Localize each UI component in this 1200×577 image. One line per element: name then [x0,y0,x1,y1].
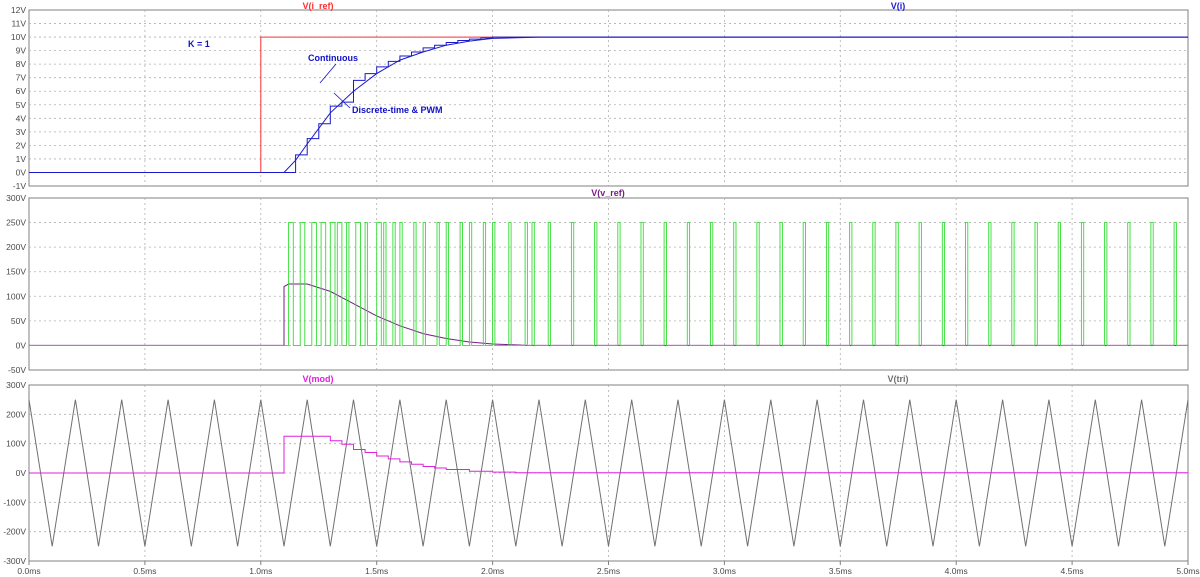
y-tick-label: 2V [16,140,27,150]
annotation-continuous: Continuous [308,53,358,63]
x-tick-label: 4.0ms [945,566,968,576]
y-tick-label: 0V [16,167,27,177]
y-tick-label: -300V [3,556,26,566]
x-tick-label: 2.0ms [481,566,504,576]
y-tick-label: 11V [12,19,27,29]
y-tick-label: 3V [16,127,27,137]
y-tick-label: 4V [16,113,27,123]
y-tick-label: 5V [16,100,27,110]
y-tick-label: 10V [11,32,26,42]
panel-title: V(v_ref) [591,188,625,198]
y-tick-label: -100V [3,497,26,507]
panel-1: -1V 0V 1V 2V 3V 4V 5V 6V 7V 8V 9V 10V 11V 12V V(i_ref)… [11,1,1189,191]
x-tick-label: 3.0ms [713,566,736,576]
annotation-discrete: Discrete-time & PWM [352,105,443,115]
panel-title-left: V(i_ref) [302,1,333,11]
y-tick-label: 0V [16,340,27,350]
x-tick-label: 1.5ms [365,566,388,576]
panel-title-left: V(mod) [303,374,334,384]
panel-title-right: V(tri) [888,374,909,384]
y-tick-label: -1V [13,181,27,191]
y-tick-label: 12V [11,5,26,15]
y-tick-label: 0V [16,468,27,478]
x-axis: 0.0ms 0.5ms 1.0ms 1.5ms 2.0ms 2.5ms 3.0ms 3.5ms… [17,561,1200,576]
y-tick-label: 7V [16,73,27,83]
panel-title-right: V(i) [891,1,906,11]
y-tick-label: -200V [3,527,26,537]
y-tick-label: 200V [6,242,26,252]
y-tick-label: 250V [6,218,26,228]
x-tick-label: 4.5ms [1061,566,1084,576]
annotation-k: K = 1 [188,39,210,49]
y-tick-label: 1V [16,154,27,164]
x-tick-label: 0.5ms [133,566,156,576]
y-tick-label: 300V [6,380,26,390]
x-tick-label: 0.0ms [17,566,40,576]
y-tick-label: 8V [16,59,27,69]
y-tick-label: 200V [6,409,26,419]
y-tick-label: 100V [6,439,26,449]
x-tick-label: 2.5ms [597,566,620,576]
y-tick-label: -50V [8,365,26,375]
waveform-plot: -1V 0V 1V 2V 3V 4V 5V 6V 7V 8V 9V 10V 11V 12V V(i_ref)… [3,1,1200,576]
y-tick-label: 50V [11,316,26,326]
y-tick-label: 9V [16,46,27,56]
x-tick-label: 1.0ms [249,566,272,576]
x-tick-label: 5.0ms [1176,566,1199,576]
y-tick-label: 300V [6,193,26,203]
panel-3: -300V -200V -100V 0V 100V 200V 300V V(mod) V(tri… [3,374,1189,566]
annotation-continuous-leader [319,63,337,84]
x-tick-label: 3.5ms [829,566,852,576]
y-tick-label: 6V [16,86,27,96]
y-tick-label: 150V [6,267,26,277]
panel-2: -50V 0V 50V 100V 150V 200V 250V 300V V(v_ref) [6,188,1189,375]
y-tick-label: 100V [6,291,26,301]
